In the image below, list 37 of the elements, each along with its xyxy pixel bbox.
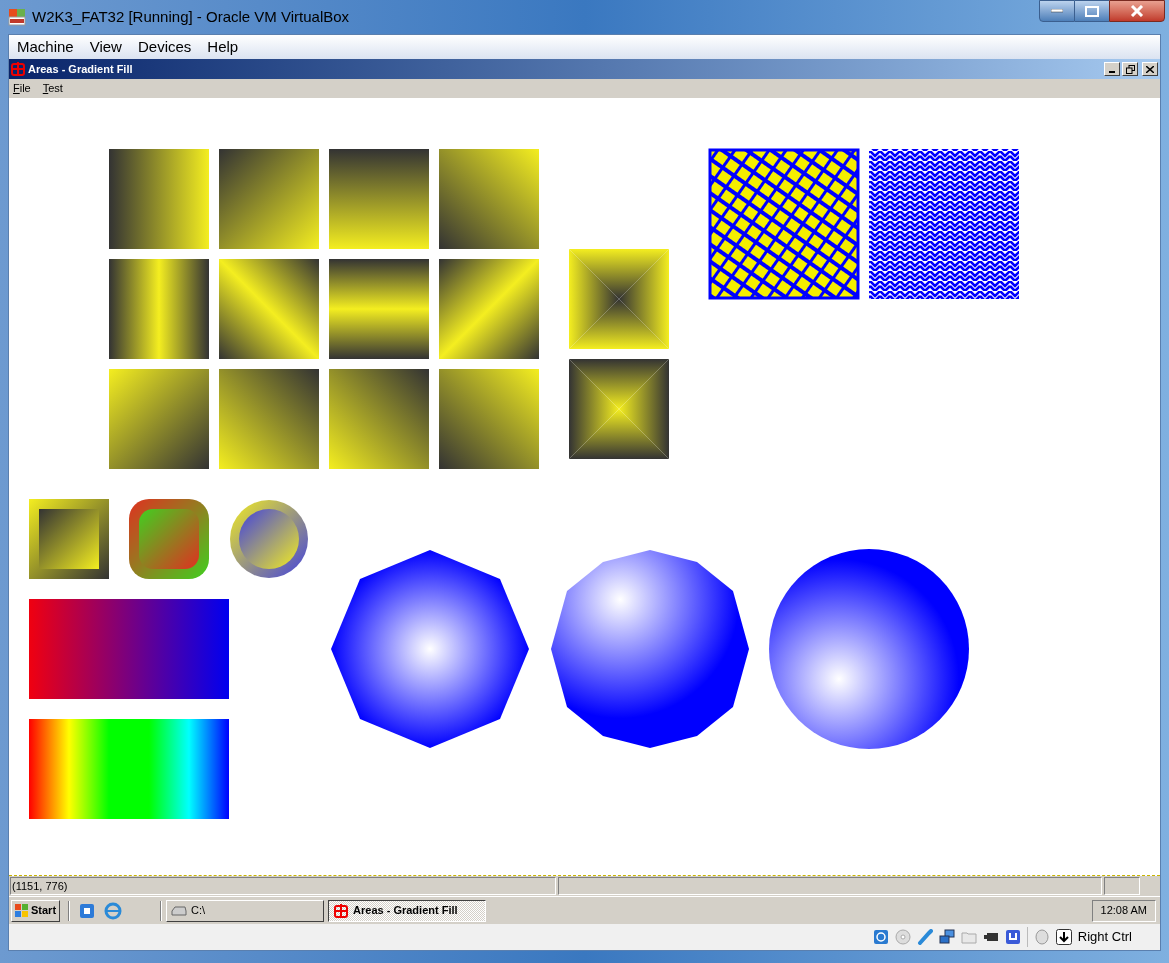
usb-pen-icon — [916, 929, 933, 945]
clock: 12:08 AM — [1091, 899, 1156, 922]
app-icon — [8, 8, 26, 26]
folder-icon — [960, 929, 977, 945]
status-pane: (1151, 776) — [10, 877, 556, 895]
app-glyph-icon — [10, 61, 26, 77]
windows-logo-icon — [15, 903, 29, 918]
menu-item[interactable]: Machine — [17, 35, 74, 59]
drive-icon — [171, 904, 188, 917]
restore-icon — [1125, 64, 1135, 74]
minimize-icon — [1051, 9, 1063, 13]
maximize-button[interactable] — [1075, 0, 1109, 22]
quick-launch-icon[interactable] — [78, 901, 97, 920]
network-icon — [938, 929, 955, 945]
mouse-icon — [1033, 929, 1050, 945]
status-pane — [1104, 877, 1140, 895]
close-icon — [1130, 5, 1144, 17]
restore-button[interactable] — [1122, 62, 1138, 76]
menu-item[interactable]: View — [89, 35, 122, 59]
menu-item[interactable]: Help — [207, 35, 239, 59]
host-key-label: Right Ctrl — [1077, 928, 1132, 947]
optical-disc-icon — [894, 929, 911, 945]
maximize-icon — [1085, 5, 1099, 17]
down-arrow-icon — [1055, 929, 1072, 945]
taskbar-button[interactable]: C:\ — [166, 899, 325, 922]
close-button[interactable] — [1109, 0, 1165, 22]
app-glyph-icon — [333, 902, 350, 919]
chip-icon — [1004, 929, 1021, 945]
menu-item[interactable]: Devices — [137, 35, 192, 59]
start-button[interactable]: Start — [11, 899, 61, 922]
menu-item[interactable]: File — [13, 80, 31, 97]
minimize-icon — [1109, 71, 1115, 73]
close-icon — [1146, 65, 1154, 73]
menu-item[interactable]: Test — [42, 80, 63, 97]
taskbar-button[interactable]: Areas - Gradient Fill — [328, 899, 487, 922]
window-title: W2K3_FAT32 [Running] - Oracle VM VirtualBox — [32, 6, 350, 27]
child-window-title: Areas - Gradient Fill — [28, 61, 133, 77]
